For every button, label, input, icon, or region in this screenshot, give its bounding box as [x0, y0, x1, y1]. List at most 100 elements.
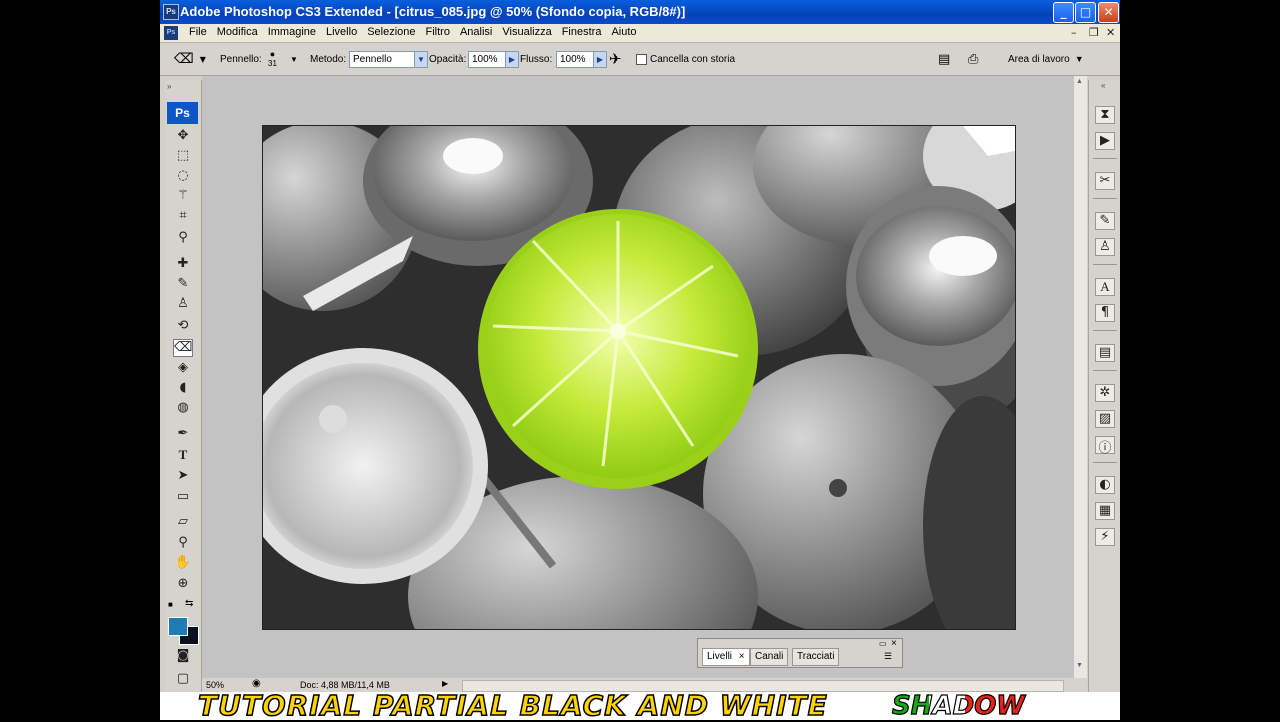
- menu-livello[interactable]: Livello: [321, 26, 362, 38]
- tab-livelli-label: Livelli: [707, 651, 733, 662]
- panel-close-icon[interactable]: ×: [891, 638, 897, 649]
- menu-visualizza[interactable]: Visualizza: [497, 26, 556, 38]
- panel-menu-icon[interactable]: ☰: [884, 651, 892, 662]
- foreground-color-swatch[interactable]: [168, 617, 188, 636]
- character-panel-icon[interactable]: A: [1095, 278, 1115, 296]
- menu-analisi[interactable]: Analisi: [455, 26, 497, 38]
- menu-modifica[interactable]: Modifica: [212, 26, 263, 38]
- brush-tool-icon[interactable]: ✎: [173, 276, 193, 294]
- banner-title: TUTORIAL PARTIAL BLACK AND WHITE: [197, 689, 828, 722]
- brush-label: Pennello:: [220, 53, 262, 65]
- opacity-value: 100%: [468, 50, 506, 68]
- eraser-preset-icon[interactable]: ⌫ ▼: [174, 43, 206, 75]
- palette-well-icon[interactable]: ▤: [938, 43, 950, 75]
- banner-credit: SHADOW: [891, 690, 1025, 722]
- paint-bucket-tool-icon[interactable]: ◈: [173, 360, 193, 378]
- screen-mode-icon[interactable]: ▢: [173, 671, 193, 689]
- citrus-photo[interactable]: [262, 125, 1016, 630]
- tool-presets-icon[interactable]: ✂: [1095, 172, 1115, 190]
- toolbox: » Ps ✥ ⬚ ◌ ⚚ ⌗ ⚲ ✚ ✎ ♙ ⟲ ⌫ ◈ ◖ ◍ ✒ T ➤ ▭…: [165, 80, 202, 692]
- tab-canali[interactable]: Canali: [750, 648, 789, 666]
- pen-tool-icon[interactable]: ✒: [173, 426, 193, 444]
- lasso-tool-icon[interactable]: ◌: [173, 168, 193, 186]
- menu-file[interactable]: File: [184, 26, 212, 38]
- notes-tool-icon[interactable]: ▱: [173, 514, 193, 532]
- zoom-tool-icon[interactable]: ⊕: [173, 576, 193, 594]
- swatches-panel-icon[interactable]: ▦: [1095, 502, 1115, 520]
- tutorial-banner: TUTORIAL PARTIAL BLACK AND WHITE SHADOW: [160, 689, 1120, 722]
- info-panel-icon[interactable]: ⓘ: [1095, 436, 1115, 456]
- stamp-tool-icon[interactable]: ♙: [173, 296, 193, 314]
- close-button[interactable]: ✕: [1098, 2, 1119, 23]
- menu-immagine[interactable]: Immagine: [263, 26, 321, 38]
- vertical-scrollbar[interactable]: ▲ ▼: [1074, 76, 1087, 678]
- scroll-up-icon[interactable]: ▲: [1076, 78, 1083, 85]
- erase-history-label: Cancella con storia: [650, 53, 736, 65]
- rectangle-tool-icon[interactable]: ▭: [173, 489, 193, 507]
- canvas-area[interactable]: [202, 76, 1074, 678]
- doc-minimize-button[interactable]: –: [1071, 26, 1077, 39]
- flow-label: Flusso:: [520, 53, 553, 65]
- mode-select[interactable]: Pennello ▼: [349, 43, 428, 75]
- quick-mask-icon[interactable]: ◙: [173, 648, 193, 666]
- brush-dropdown-icon[interactable]: ▼: [290, 43, 298, 75]
- eyedropper-tool-icon[interactable]: ⚲: [173, 230, 193, 248]
- mode-label: Metodo:: [310, 53, 347, 65]
- minimize-button[interactable]: _: [1053, 2, 1074, 23]
- options-bar: ⌫ ▼ Pennello: ● 31 ▼ Metodo: Pennello ▼ O…: [160, 43, 1120, 76]
- eraser-tool-icon[interactable]: ⌫: [173, 339, 193, 357]
- clone-source-icon[interactable]: ♙: [1095, 238, 1115, 256]
- crop-tool-icon[interactable]: ⌗: [173, 208, 193, 226]
- brushes-panel-icon[interactable]: ✎: [1095, 212, 1115, 230]
- blur-tool-icon[interactable]: ◖: [173, 380, 193, 398]
- close-icon[interactable]: ×: [739, 651, 745, 662]
- menu-aiuto[interactable]: Aiuto: [606, 26, 641, 38]
- erase-history-checkbox[interactable]: Cancella con storia: [636, 43, 735, 75]
- tab-tracciati[interactable]: Tracciati: [792, 648, 840, 666]
- history-brush-tool-icon[interactable]: ⟲: [173, 318, 193, 336]
- color-sampler-tool-icon[interactable]: ⚲: [173, 535, 193, 553]
- styles-panel-icon[interactable]: ⚡: [1095, 528, 1115, 546]
- scroll-down-icon[interactable]: ▼: [1076, 662, 1083, 669]
- type-tool-icon[interactable]: T: [173, 447, 193, 465]
- workspace-menu[interactable]: Area di lavoro ▼: [1008, 43, 1084, 75]
- status-icon[interactable]: ◉: [252, 678, 261, 689]
- navigator-panel-icon[interactable]: ✲: [1095, 384, 1115, 402]
- tab-livelli[interactable]: Livelli ×: [702, 648, 750, 666]
- menu-finestra[interactable]: Finestra: [557, 26, 607, 38]
- histogram-panel-icon[interactable]: ▨: [1095, 410, 1115, 428]
- window-title: Adobe Photoshop CS3 Extended - [citrus_0…: [180, 4, 686, 19]
- flow-field[interactable]: 100% ▶: [556, 43, 607, 75]
- dodge-tool-icon[interactable]: ◍: [173, 400, 193, 418]
- path-selection-tool-icon[interactable]: ➤: [173, 468, 193, 486]
- document-icon[interactable]: Ps: [164, 26, 178, 40]
- swap-colors-icon[interactable]: ⇆: [185, 598, 193, 609]
- paragraph-panel-icon[interactable]: ¶: [1095, 304, 1115, 322]
- brush-preset-picker[interactable]: ● 31: [268, 43, 277, 75]
- menu-selezione[interactable]: Selezione: [362, 26, 420, 38]
- layer-comps-icon[interactable]: ▤: [1095, 344, 1115, 362]
- status-menu-icon[interactable]: ▶: [442, 679, 448, 688]
- menu-filtro[interactable]: Filtro: [421, 26, 455, 38]
- doc-restore-button[interactable]: ❐: [1089, 26, 1099, 39]
- color-panel-icon[interactable]: ◐: [1095, 476, 1115, 494]
- doc-close-button[interactable]: ✕: [1106, 26, 1115, 39]
- healing-tool-icon[interactable]: ✚: [173, 256, 193, 274]
- panel-collapse-icon[interactable]: ▭: [879, 639, 887, 648]
- brush-size: 31: [268, 59, 277, 68]
- move-tool-icon[interactable]: ✥: [173, 128, 193, 146]
- default-colors-icon[interactable]: ■: [168, 600, 173, 609]
- print-icon[interactable]: ⎙: [968, 43, 978, 75]
- banner-credit-text: SHADOW: [891, 690, 1025, 721]
- magic-wand-tool-icon[interactable]: ⚚: [173, 188, 193, 206]
- opacity-field[interactable]: 100% ▶: [468, 43, 519, 75]
- marquee-tool-icon[interactable]: ⬚: [173, 148, 193, 166]
- history-panel-icon[interactable]: ⧗: [1095, 106, 1115, 124]
- toolbox-collapse-icon[interactable]: »: [167, 82, 171, 91]
- ps-logo[interactable]: Ps: [167, 102, 198, 124]
- actions-panel-icon[interactable]: ▶: [1095, 132, 1115, 150]
- dock-expand-icon[interactable]: «: [1101, 81, 1105, 90]
- hand-tool-icon[interactable]: ✋: [173, 555, 193, 573]
- airbrush-icon[interactable]: ✈: [609, 43, 622, 75]
- maximize-button[interactable]: □: [1075, 2, 1096, 23]
